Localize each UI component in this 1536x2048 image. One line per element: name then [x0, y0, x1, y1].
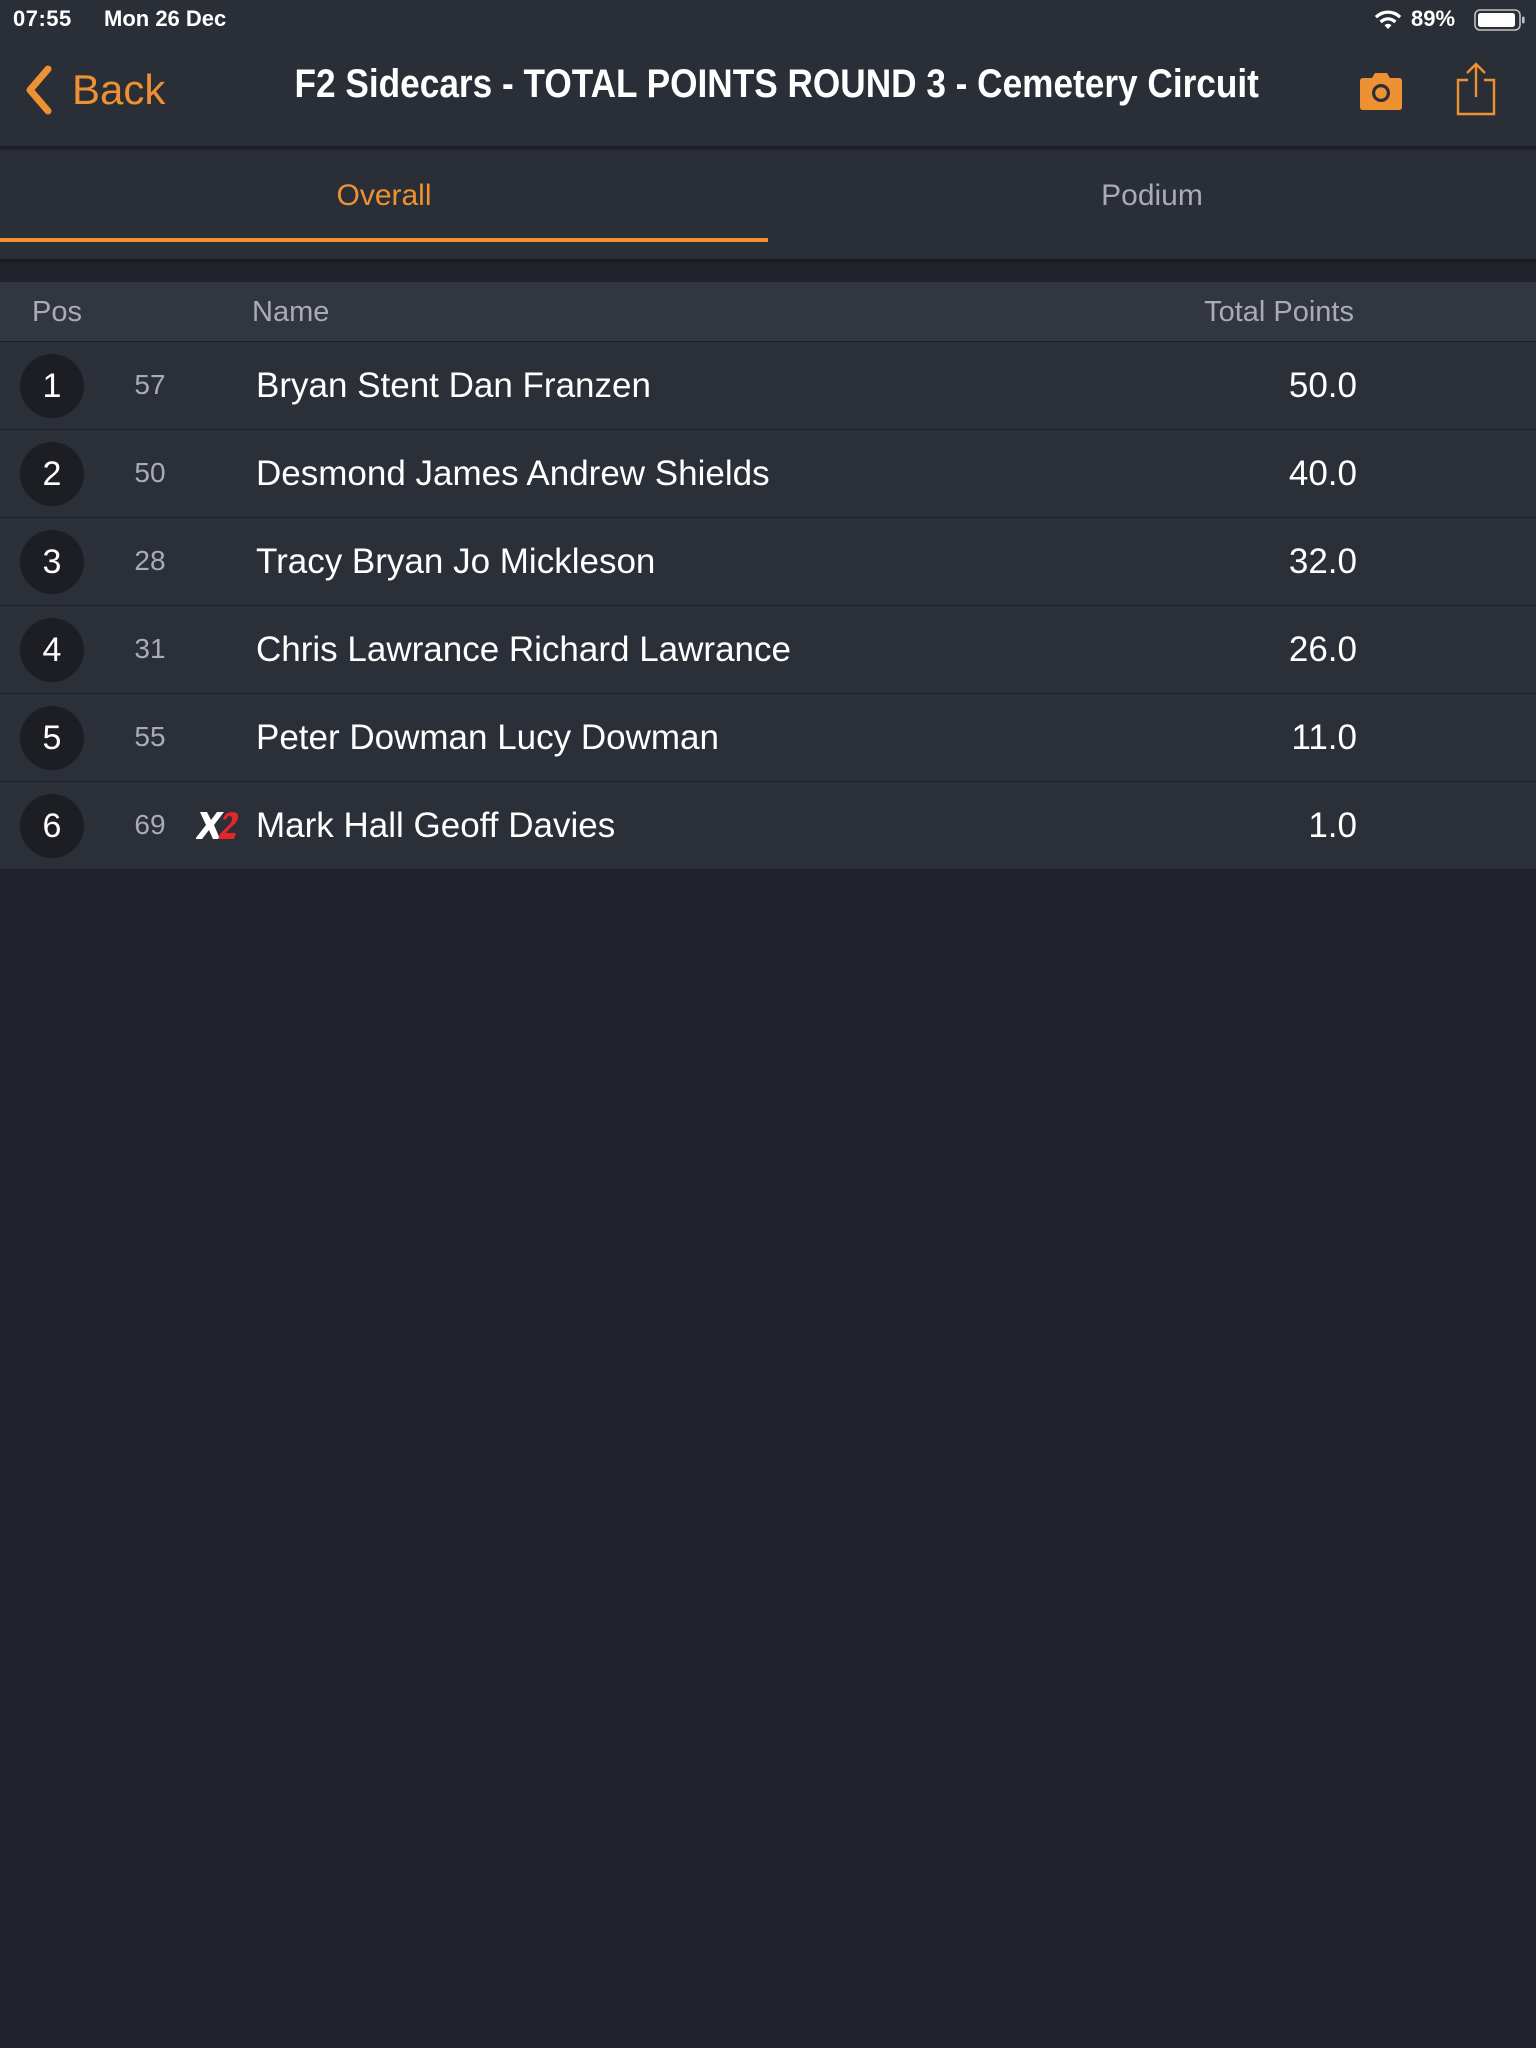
race-number: 28 — [134, 545, 166, 576]
battery-icon — [1474, 9, 1525, 31]
chevron-left-icon — [26, 65, 52, 115]
total-points: 26.0 — [1288, 630, 1357, 669]
total-points: 11.0 — [1291, 718, 1357, 757]
table-row[interactable]: 5 55 Peter Dowman Lucy Dowman 11.0 — [0, 694, 1536, 782]
x2-logo-icon — [196, 812, 239, 839]
camera-icon[interactable] — [1358, 70, 1404, 112]
table-header: Pos Name Total Points — [0, 282, 1536, 342]
tab-overall[interactable]: Overall — [0, 150, 768, 242]
back-button[interactable]: Back — [22, 60, 165, 120]
race-number: 55 — [134, 721, 166, 752]
status-bar: 07:55 Mon 26 Dec 89% — [0, 0, 1536, 40]
position-badge: 1 — [20, 354, 84, 418]
battery-percentage: 89% — [1411, 6, 1456, 31]
position-badge: 3 — [20, 530, 84, 594]
position-badge: 6 — [20, 794, 84, 858]
total-points: 50.0 — [1288, 366, 1357, 405]
column-header-pos: Pos — [32, 296, 82, 328]
back-label: Back — [72, 66, 166, 113]
rider-name: Bryan Stent Dan Franzen — [256, 366, 651, 405]
share-icon[interactable] — [1454, 62, 1498, 116]
table-row[interactable]: 3 28 Tracy Bryan Jo Mickleson 32.0 — [0, 518, 1536, 606]
table-row[interactable]: 2 50 Desmond James Andrew Shields 40.0 — [0, 430, 1536, 518]
race-number: 31 — [134, 633, 166, 664]
column-header-total-points: Total Points — [1204, 296, 1354, 328]
rider-name: Peter Dowman Lucy Dowman — [256, 718, 719, 757]
table-row[interactable]: 1 57 Bryan Stent Dan Franzen 50.0 — [0, 342, 1536, 430]
position-badge: 2 — [20, 442, 84, 506]
total-points: 1.0 — [1308, 806, 1357, 845]
rider-name: Chris Lawrance Richard Lawrance — [256, 630, 791, 669]
results-list: 1 57 Bryan Stent Dan Franzen 50.0 2 50 D… — [0, 342, 1536, 870]
race-number: 57 — [134, 369, 166, 400]
active-tab-indicator — [0, 238, 768, 242]
table-row[interactable]: 4 31 Chris Lawrance Richard Lawrance 26.… — [0, 606, 1536, 694]
race-number: 69 — [134, 809, 166, 840]
rider-name: Tracy Bryan Jo Mickleson — [256, 542, 656, 581]
column-header-name: Name — [252, 296, 330, 328]
total-points: 40.0 — [1288, 454, 1357, 493]
rider-name: Desmond James Andrew Shields — [256, 454, 770, 493]
rider-name: Mark Hall Geoff Davies — [256, 806, 616, 845]
segment-tabs: Overall Podium — [0, 150, 1536, 262]
navigation-bar: Back F2 Sidecars - TOTAL POINTS ROUND 3 … — [0, 40, 1536, 148]
status-time: 07:55 — [13, 6, 72, 31]
tab-podium[interactable]: Podium — [768, 150, 1536, 242]
status-date: Mon 26 Dec — [104, 6, 227, 31]
page-title: F2 Sidecars - TOTAL POINTS ROUND 3 - Cem… — [294, 62, 1259, 106]
race-number: 50 — [134, 457, 166, 488]
total-points: 32.0 — [1288, 542, 1357, 581]
table-row[interactable]: 6 69 Mark Hall Geoff Davies 1.0 — [0, 782, 1536, 870]
position-badge: 5 — [20, 706, 84, 770]
wifi-icon — [1374, 10, 1402, 29]
position-badge: 4 — [20, 618, 84, 682]
